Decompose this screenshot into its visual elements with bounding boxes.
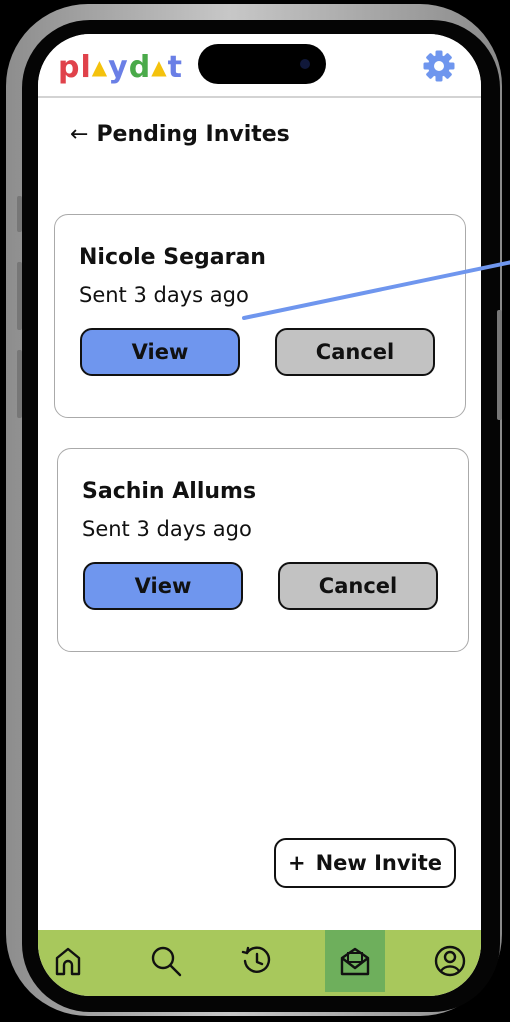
- plus-icon: +: [287, 851, 306, 875]
- invite-name: Nicole Segaran: [79, 245, 266, 270]
- view-button[interactable]: View: [83, 562, 243, 610]
- nav-history[interactable]: [227, 930, 287, 992]
- front-camera: [300, 59, 310, 69]
- search-icon: [151, 946, 182, 977]
- logo-letter: d: [128, 50, 152, 85]
- nav-home[interactable]: [38, 930, 98, 992]
- logo-letter: l: [80, 50, 92, 85]
- app-screen: pl▲yd▲t ← Pending Invites Nicole Segaran…: [38, 34, 481, 996]
- nav-search[interactable]: [136, 930, 196, 992]
- mute-switch: [17, 196, 22, 232]
- new-invite-button[interactable]: + New Invite: [274, 838, 456, 888]
- new-invite-label: New Invite: [315, 851, 443, 875]
- playdate-logo: pl▲yd▲t: [58, 50, 183, 85]
- top-bar: pl▲yd▲t: [38, 34, 481, 98]
- history-icon: [241, 946, 271, 973]
- page-title: ← Pending Invites: [70, 122, 290, 147]
- view-button[interactable]: View: [80, 328, 240, 376]
- invite-card: Sachin Allums Sent 3 days ago View Cance…: [57, 448, 469, 652]
- invite-name: Sachin Allums: [82, 479, 257, 504]
- nav-invites[interactable]: [325, 930, 385, 992]
- logo-letter: ▲: [91, 55, 109, 79]
- volume-up-button: [17, 262, 22, 330]
- volume-down-button: [17, 350, 22, 418]
- logo-letter: t: [167, 50, 183, 85]
- dynamic-island: [198, 44, 326, 84]
- logo-letter: ▲: [151, 55, 168, 79]
- power-button: [497, 310, 502, 420]
- inbox-icon: [340, 947, 370, 976]
- logo-letter: p: [58, 50, 81, 85]
- back-arrow-icon[interactable]: ←: [70, 122, 88, 147]
- nav-profile[interactable]: [420, 930, 480, 992]
- logo-letter: y: [108, 50, 129, 85]
- invite-card: Nicole Segaran Sent 3 days ago View Canc…: [54, 214, 466, 418]
- cancel-button[interactable]: Cancel: [278, 562, 438, 610]
- gear-icon[interactable]: [422, 49, 456, 83]
- page-title-text: Pending Invites: [96, 122, 290, 147]
- invite-sent-time: Sent 3 days ago: [82, 517, 252, 541]
- home-icon: [55, 947, 81, 976]
- cancel-button[interactable]: Cancel: [275, 328, 435, 376]
- bottom-nav-bar: [38, 930, 481, 996]
- profile-icon: [434, 945, 466, 977]
- invite-sent-time: Sent 3 days ago: [79, 283, 249, 307]
